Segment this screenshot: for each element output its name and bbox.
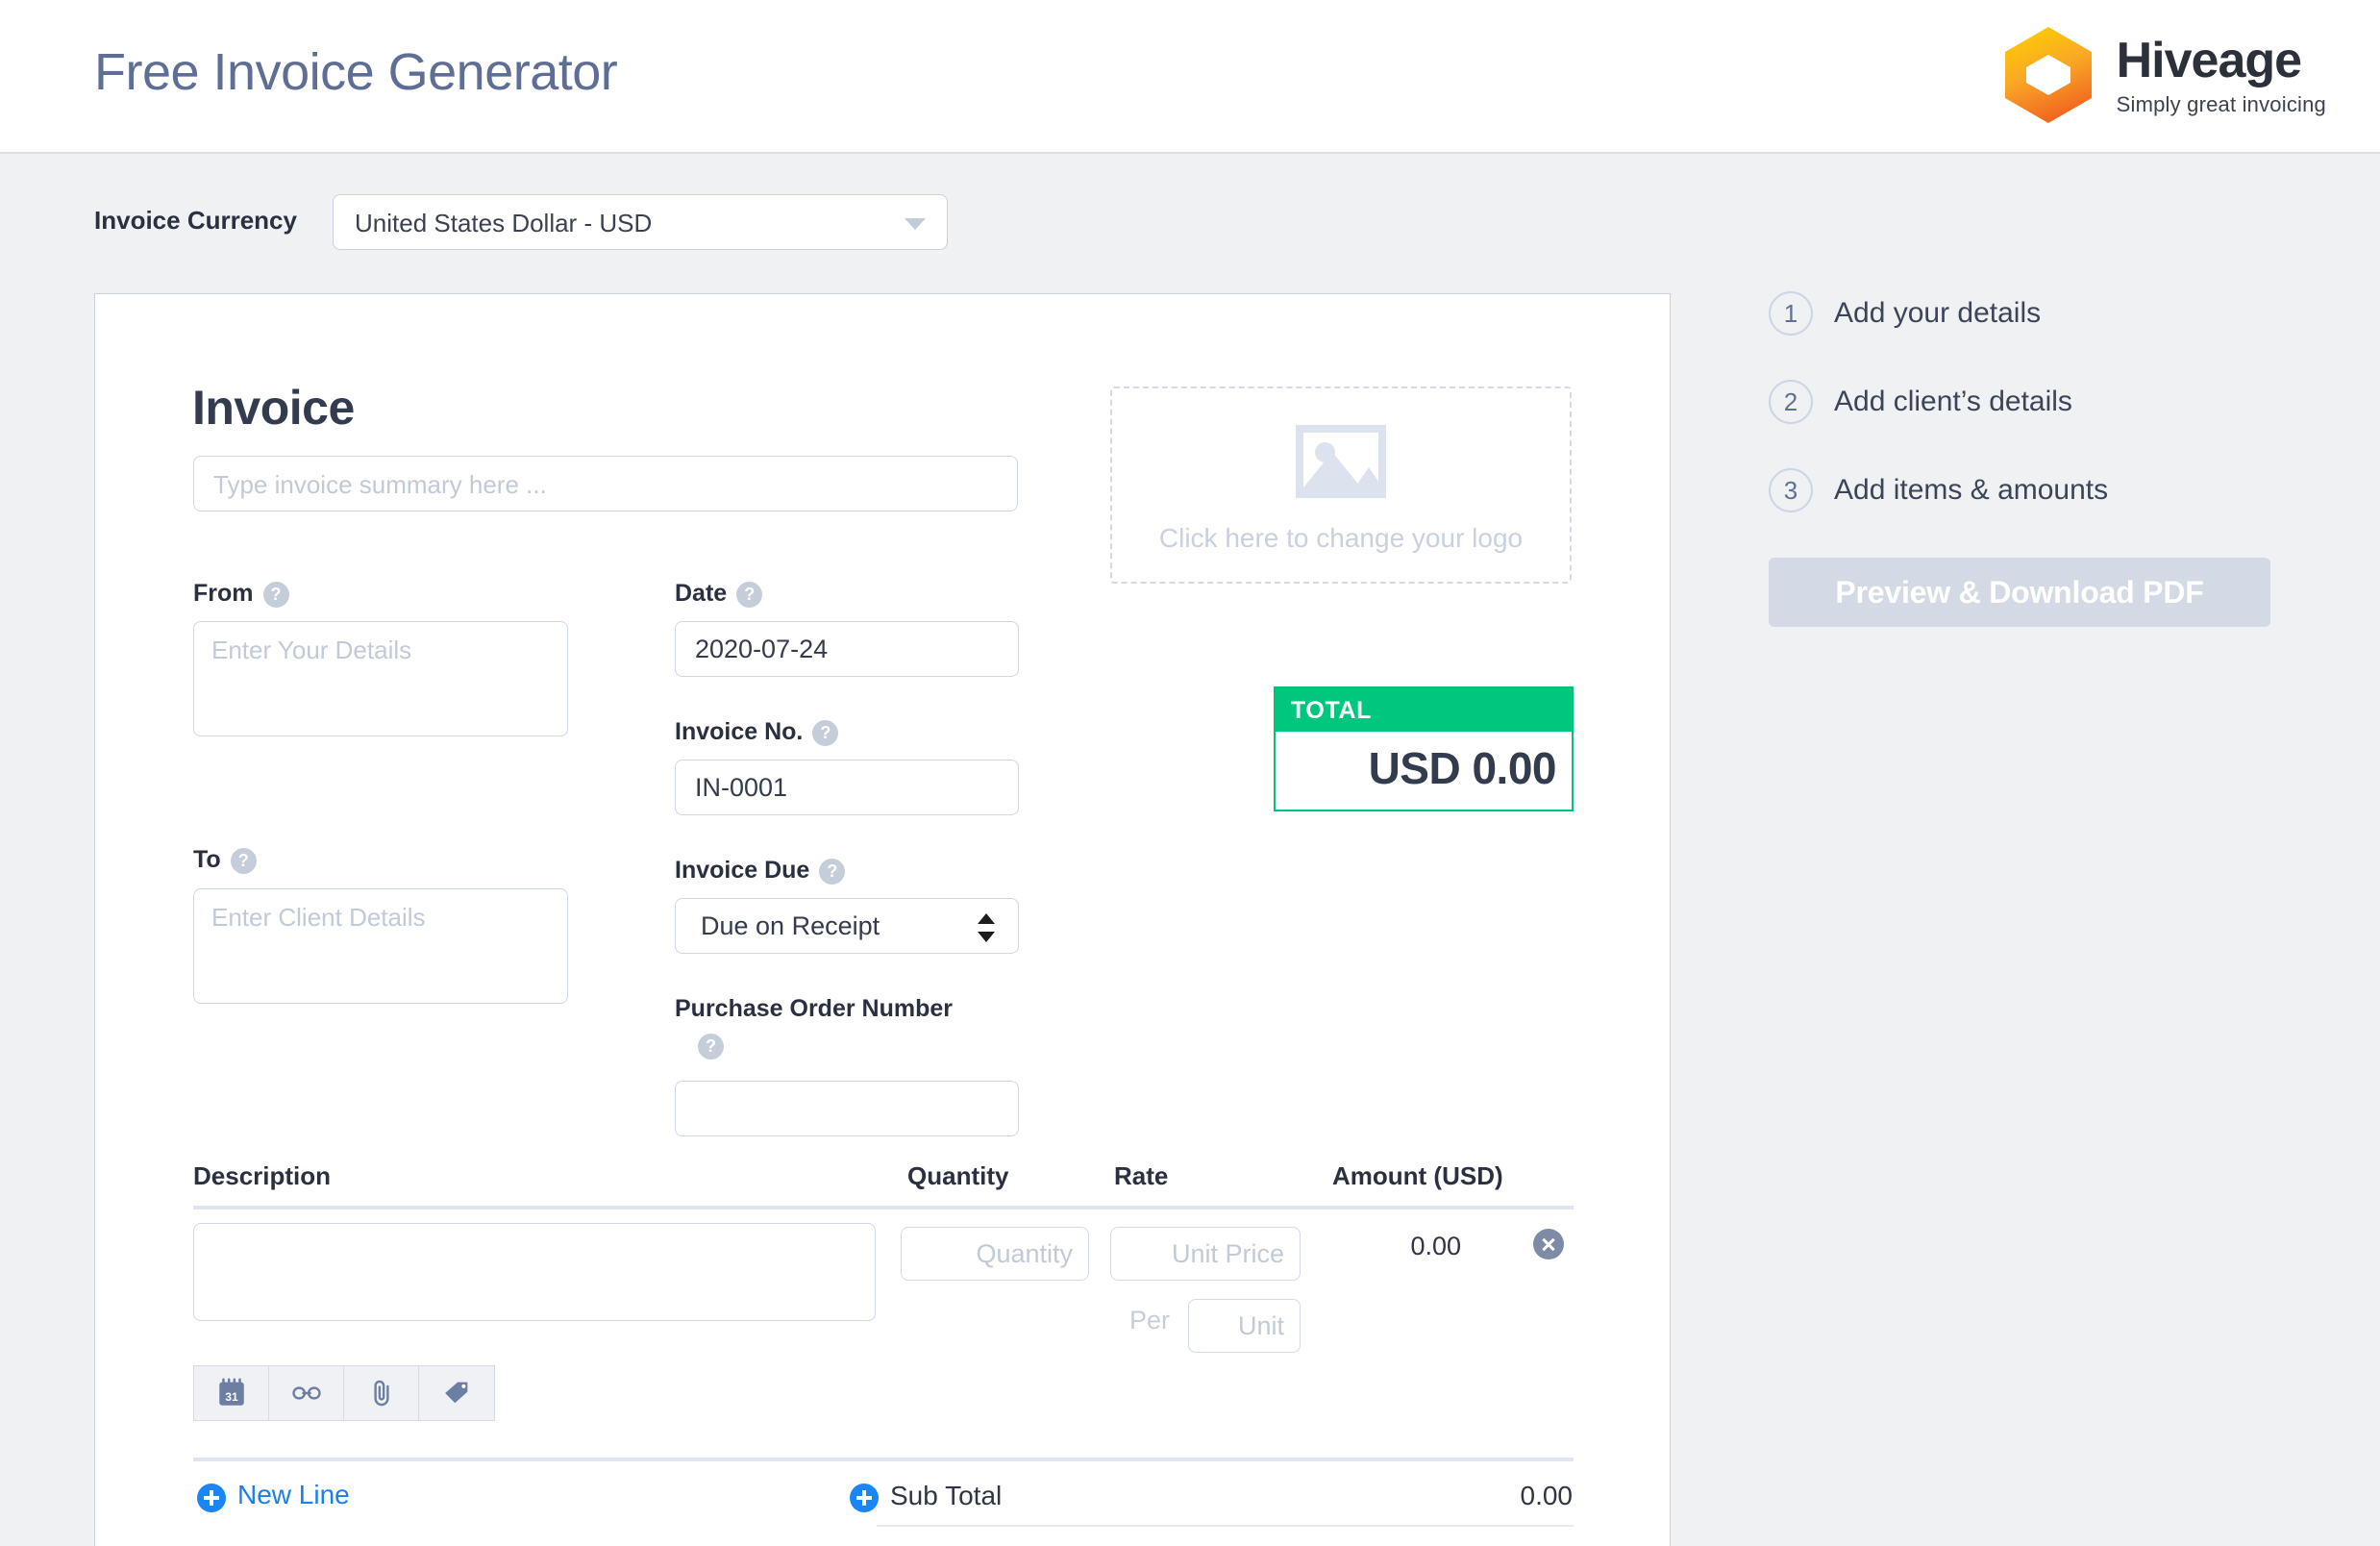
step-label: Add your details: [1834, 297, 2042, 329]
line-item-rate-placeholder: Unit Price: [1171, 1239, 1284, 1268]
from-details-textarea[interactable]: Enter Your Details: [193, 621, 568, 736]
delete-line-item-icon[interactable]: [1533, 1229, 1564, 1259]
total-box: TOTAL USD 0.00: [1274, 686, 1574, 811]
help-icon[interactable]: ?: [698, 1034, 724, 1060]
total-amount: USD 0.00: [1368, 743, 1557, 793]
from-label-text: From: [193, 580, 254, 607]
preview-download-pdf-label: Preview & Download PDF: [1835, 574, 2204, 610]
line-item-quantity-input[interactable]: Quantity: [901, 1227, 1089, 1281]
help-icon[interactable]: ?: [262, 581, 289, 608]
line-item-quantity-placeholder: Quantity: [976, 1239, 1073, 1268]
invoice-no-label: Invoice No.?: [675, 718, 839, 746]
from-details-placeholder: Enter Your Details: [211, 636, 412, 664]
table-header-divider: [193, 1206, 1574, 1209]
to-details-textarea[interactable]: Enter Client Details: [193, 888, 568, 1004]
hiveage-logo: Hiveage Simply great invoicing: [2001, 27, 2326, 123]
purchase-order-label: Purchase Order Number: [675, 995, 953, 1023]
line-item-toolbar: 31: [193, 1365, 495, 1421]
invoice-due-label: Invoice Due?: [675, 857, 846, 885]
page-title: Free Invoice Generator: [94, 43, 618, 101]
invoice-summary-input[interactable]: Type invoice summary here ...: [193, 456, 1018, 511]
invoice-no-label-text: Invoice No.: [675, 718, 804, 745]
select-stepper-icon: [978, 912, 995, 943]
invoice-currency-label: Invoice Currency: [94, 206, 297, 235]
invoice-summary-placeholder: Type invoice summary here ...: [213, 470, 547, 499]
line-item-unit-placeholder: Unit: [1237, 1311, 1284, 1340]
purchase-order-label-text: Purchase Order Number: [675, 995, 953, 1022]
date-label: Date?: [675, 580, 763, 608]
line-item-amount: 0.00: [1410, 1232, 1461, 1260]
to-details-placeholder: Enter Client Details: [211, 903, 426, 932]
calendar-31-icon[interactable]: 31: [194, 1366, 269, 1420]
add-new-line-button[interactable]: New Line: [237, 1480, 350, 1510]
step-number: 1: [1769, 291, 1813, 336]
invoice-currency-select[interactable]: United States Dollar - USD: [333, 194, 948, 250]
purchase-order-input[interactable]: [675, 1081, 1019, 1136]
total-label: TOTAL: [1291, 697, 1373, 724]
step-number: 2: [1769, 380, 1813, 424]
help-icon[interactable]: ?: [812, 719, 839, 746]
invoice-due-value: Due on Receipt: [701, 911, 880, 940]
logo-upload-dropzone[interactable]: Click here to change your logo: [1110, 386, 1572, 584]
line-item-description-input[interactable]: [193, 1223, 876, 1321]
add-sub-total-icon[interactable]: [850, 1484, 879, 1512]
hiveage-hexagon-icon: [2001, 25, 2095, 125]
total-header: TOTAL: [1276, 688, 1572, 732]
image-placeholder-icon: [1296, 425, 1386, 498]
brand-tagline: Simply great invoicing: [2116, 91, 2326, 116]
logo-upload-caption: Click here to change your logo: [1158, 523, 1524, 553]
link-icon[interactable]: [269, 1366, 344, 1420]
sub-total-value: 0.00: [1520, 1481, 1574, 1510]
step-label: Add items & amounts: [1834, 474, 2109, 506]
invoice-currency-value: United States Dollar - USD: [355, 209, 653, 237]
line-item-rate-input[interactable]: Unit Price: [1110, 1227, 1301, 1281]
add-new-line-icon[interactable]: [197, 1484, 226, 1512]
invoice-due-select[interactable]: Due on Receipt: [675, 898, 1019, 954]
step-number: 3: [1769, 468, 1813, 512]
chevron-down-icon: [905, 218, 926, 230]
tag-icon[interactable]: [419, 1366, 494, 1420]
brand-name: Hiveage: [2116, 32, 2302, 88]
sub-total-label: Sub Total: [890, 1481, 1003, 1510]
column-header-rate: Rate: [1114, 1161, 1169, 1190]
help-icon[interactable]: ?: [819, 858, 846, 885]
step-add-clients-details: 2 Add client’s details: [1769, 380, 2072, 424]
line-item-unit-input[interactable]: Unit: [1188, 1299, 1301, 1353]
invoice-due-label-text: Invoice Due: [675, 857, 810, 884]
line-items-divider: [193, 1458, 1574, 1461]
column-header-amount: Amount (USD): [1332, 1161, 1503, 1190]
preview-download-pdf-button[interactable]: Preview & Download PDF: [1769, 558, 2270, 627]
step-add-your-details: 1 Add your details: [1769, 291, 2041, 336]
app-header: Free Invoice Generator Hiveage Simply gr…: [0, 0, 2380, 154]
from-label: From?: [193, 580, 289, 608]
step-label: Add client’s details: [1834, 386, 2072, 417]
invoice-heading: Invoice: [192, 381, 355, 435]
column-header-quantity: Quantity: [907, 1161, 1009, 1190]
line-item-per-label: Per: [1129, 1306, 1171, 1334]
step-add-items-amounts: 3 Add items & amounts: [1769, 468, 2108, 512]
column-header-description: Description: [193, 1161, 332, 1190]
date-value: 2020-07-24: [695, 635, 829, 663]
help-icon[interactable]: ?: [736, 581, 763, 608]
sub-total-divider: [877, 1525, 1574, 1527]
help-icon[interactable]: ?: [230, 847, 257, 874]
invoice-no-input[interactable]: IN-0001: [675, 760, 1019, 815]
paperclip-icon[interactable]: [344, 1366, 419, 1420]
date-input[interactable]: 2020-07-24: [675, 621, 1019, 677]
invoice-no-value: IN-0001: [695, 773, 788, 802]
to-label: To?: [193, 846, 257, 874]
to-label-text: To: [193, 846, 221, 873]
svg-text:31: 31: [225, 1390, 238, 1404]
date-label-text: Date: [675, 580, 728, 607]
